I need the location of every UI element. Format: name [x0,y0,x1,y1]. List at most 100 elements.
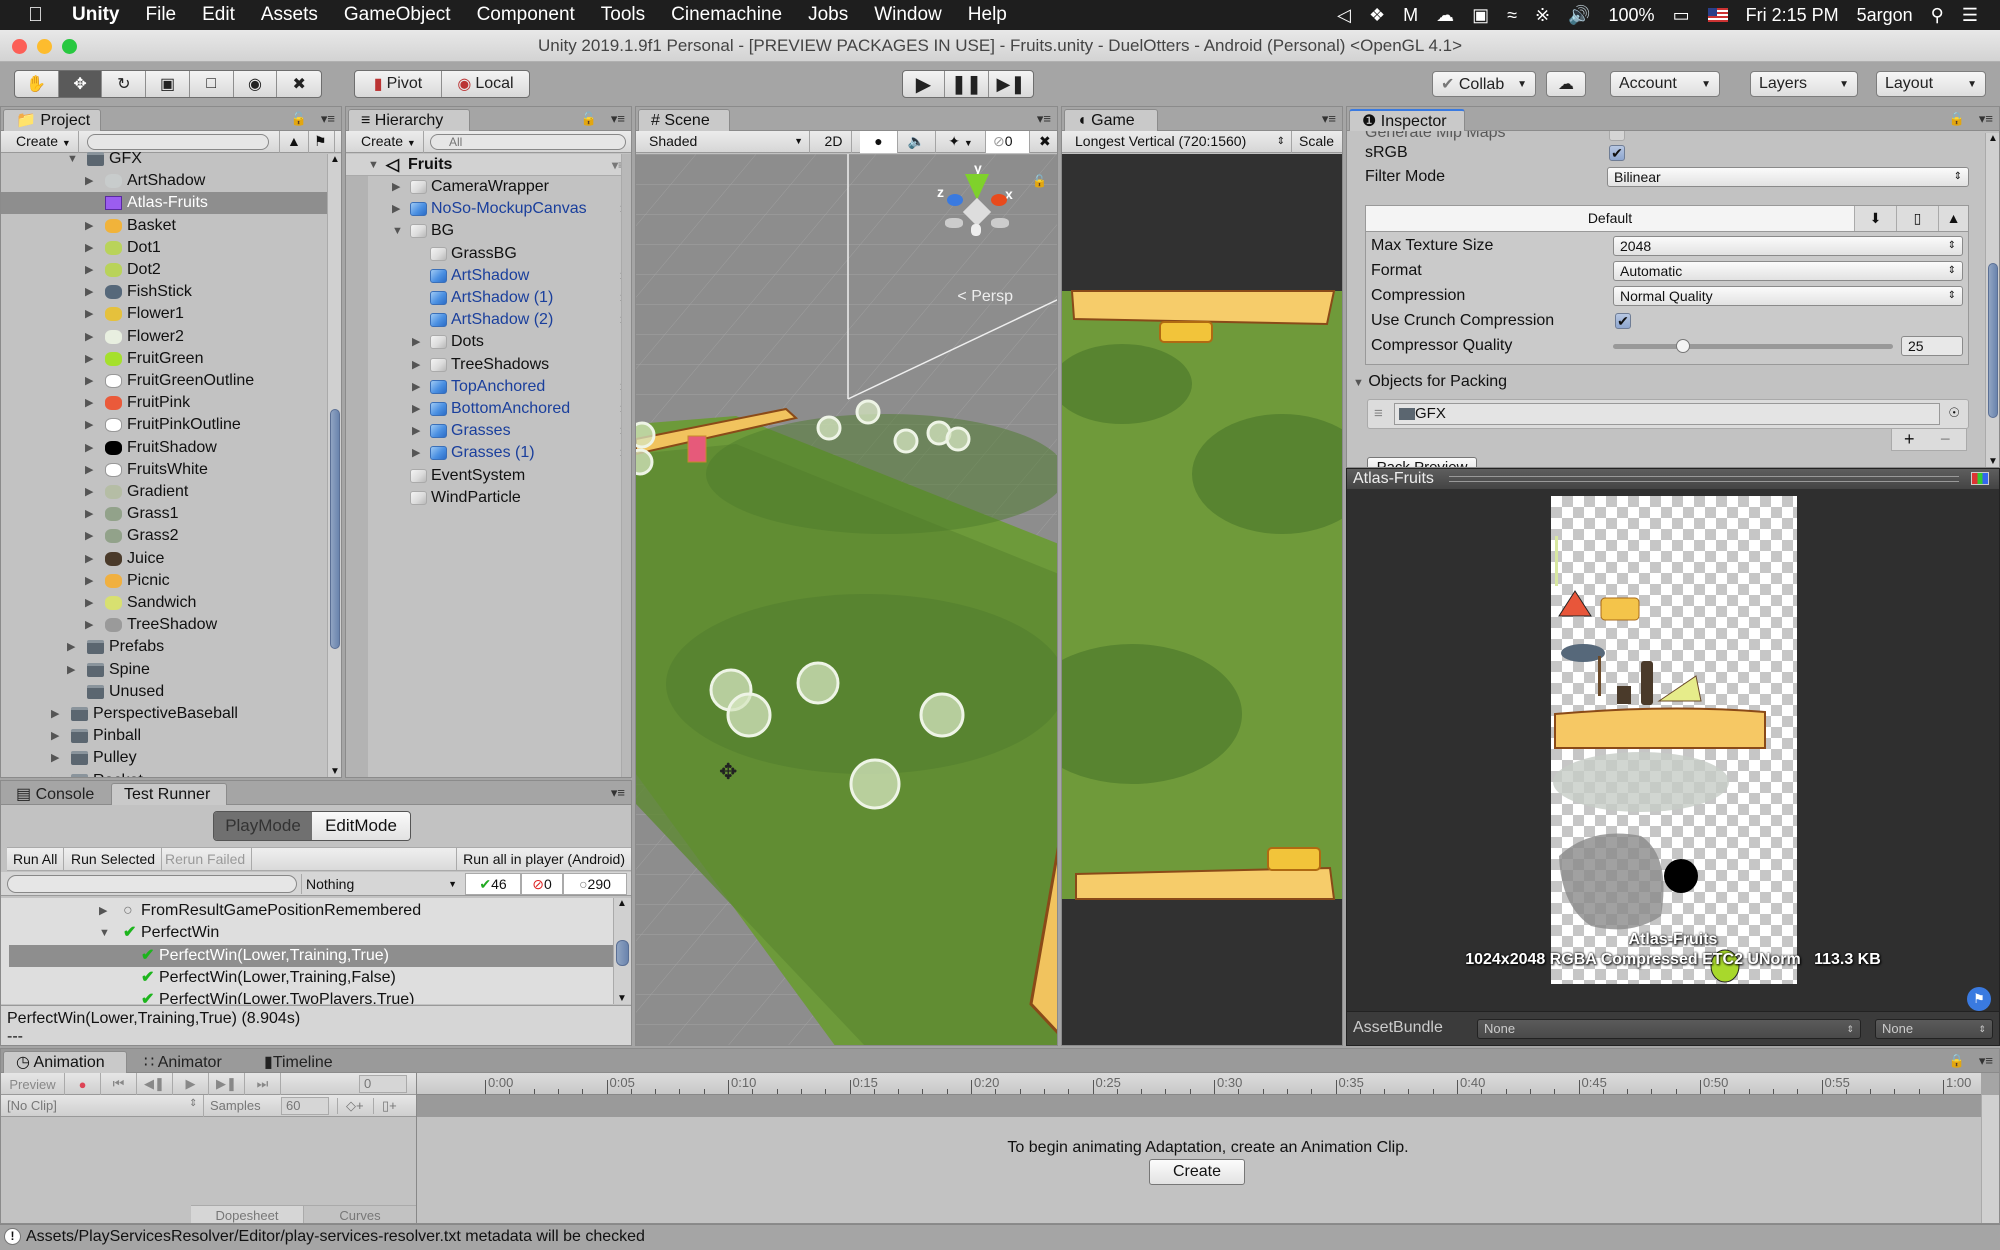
next-key-button[interactable]: ▶❚ [209,1073,245,1095]
panel-menu-icon[interactable]: ▾≡ [1979,1053,1993,1069]
project-item[interactable]: Unused [1,681,341,703]
dot-marker[interactable] [636,421,656,449]
dot-marker[interactable] [636,448,654,476]
effects-dropdown[interactable]: ✦ ▼ [936,131,986,153]
menu-gameobject[interactable]: GameObject [331,4,464,26]
dot-marker[interactable] [816,415,842,441]
platform-tab-android[interactable]: ▲ [1938,206,1968,231]
dopesheet-tab[interactable]: Dopesheet [191,1206,304,1223]
expand-arrow-icon[interactable]: ▶ [51,770,59,777]
category-filter-dropdown[interactable]: Nothing ▼ [301,874,461,894]
crunch-checkbox[interactable]: ✔ [1615,313,1631,329]
panel-menu-icon[interactable]: ▾≡ [611,785,625,801]
mipmaps-checkbox[interactable] [1609,131,1625,141]
resolution-dropdown[interactable]: Longest Vertical (720:1560) ⇕ [1068,131,1292,153]
basket-sprite[interactable] [687,435,707,463]
project-item[interactable]: ▶ Flower2 [1,326,341,348]
platform-tab-default[interactable]: Default [1366,206,1854,231]
first-key-button[interactable]: ⏮ [101,1073,137,1095]
expand-arrow-icon[interactable]: ▶ [85,370,93,392]
expand-arrow-icon[interactable]: ▶ [67,636,75,658]
axis-neg-cone-icon[interactable] [945,218,963,228]
lighting-toggle[interactable]: ● [860,131,898,153]
project-item[interactable]: ▶ FruitPinkOutline [1,414,341,436]
expand-arrow-icon[interactable]: ▶ [85,281,93,303]
project-item[interactable]: ▶ Grass1 [1,503,341,525]
project-item[interactable]: ▶ Picnic [1,570,341,592]
tab-game[interactable]: ◖ Game [1064,109,1158,131]
dot-marker[interactable] [893,428,919,454]
add-element-button[interactable]: + [1904,429,1915,449]
max-size-dropdown[interactable]: 2048 ⇕ [1613,236,1963,256]
dot-marker[interactable] [726,692,772,738]
expand-arrow-icon[interactable]: ▶ [412,442,420,464]
tab-hierarchy[interactable]: ≡ Hierarchy [348,109,470,131]
create-clip-button[interactable]: Create [1149,1159,1245,1185]
expand-arrow-icon[interactable]: ▶ [51,703,59,725]
expand-arrow-icon[interactable]: ▶ [412,420,420,442]
project-item[interactable]: ▶ Dot1 [1,237,341,259]
project-item[interactable]: ▶ Dot2 [1,259,341,281]
cloud-button[interactable]: ☁ [1546,71,1586,97]
variant-dropdown[interactable]: None ⇕ [1875,1019,1993,1039]
event-strip[interactable] [417,1095,1981,1117]
shading-mode-dropdown[interactable]: Shaded ▼ [642,131,810,153]
preview-toggle[interactable]: Preview [1,1073,65,1095]
test-search-input[interactable] [7,875,297,893]
collapse-arrow-icon[interactable]: ▼ [99,922,110,944]
apple-icon[interactable]:  [0,4,59,27]
hierarchy-item[interactable]: ArtShadow (1)› [346,287,631,309]
status-bar[interactable]: ! Assets/PlayServicesResolver/Editor/pla… [0,1224,2000,1250]
record-button[interactable]: ● [65,1073,101,1095]
hierarchy-item[interactable]: ▶ TreeShadows [346,354,631,376]
expand-arrow-icon[interactable]: ▶ [85,525,93,547]
expand-arrow-icon[interactable]: ▶ [85,348,93,370]
platform-tab-ios[interactable]: ▯ [1896,206,1938,231]
hierarchy-item[interactable]: ▶Grasses (1)› [346,442,631,464]
hierarchy-item[interactable]: WindParticle [346,487,631,509]
toggle-2d-button[interactable]: 2D [816,131,852,153]
test-detail-text[interactable]: PerfectWin(Lower,Training,True) (8.904s) [7,1010,625,1028]
rerun-failed-button[interactable]: Rerun Failed [159,848,253,870]
lock-icon[interactable]: 🔒 [1949,111,1965,127]
layers-dropdown[interactable]: Layers ▼ [1750,71,1858,97]
volume-icon[interactable]: 🔊 [1568,5,1590,26]
scroll-down-icon[interactable]: ▼ [330,766,340,777]
expand-arrow-icon[interactable]: ▶ [85,503,93,525]
lock-icon[interactable]: 🔓 [1032,174,1047,188]
project-item[interactable]: ▶ FruitsWhite [1,459,341,481]
tool-icon[interactable]: M [1403,5,1418,26]
hand-tool-button[interactable]: ✋ [15,71,59,97]
pivot-toggle[interactable]: ▮ Pivot [355,71,442,97]
tab-project[interactable]: 📁 Project [3,109,101,131]
prev-key-button[interactable]: ◀❚ [137,1073,173,1095]
platform-tab-standalone[interactable]: ⬇ [1854,206,1896,231]
rect-tool-button[interactable]: □ [190,71,234,97]
expand-arrow-icon[interactable]: ▶ [392,176,400,198]
custom-tool-button[interactable]: ✖ [277,71,321,97]
unity-status-icon[interactable]: ◁ [1337,5,1351,26]
expand-arrow-icon[interactable]: ▶ [412,354,420,376]
inspector-scroll-thumb[interactable] [1988,263,1998,418]
expand-arrow-icon[interactable]: ▶ [85,592,93,614]
hierarchy-item[interactable]: ▶ CameraWrapper [346,176,631,198]
axis-z-cone-icon[interactable] [947,194,963,206]
project-scroll-thumb[interactable] [330,409,340,649]
wifi-icon[interactable]: ≈ [1507,5,1517,26]
curves-tab[interactable]: Curves [304,1206,416,1223]
test-item[interactable]: ✔ PerfectWin(Lower,Training,True) [9,944,613,967]
assetbundle-dropdown[interactable]: None ⇕ [1477,1019,1861,1039]
test-scroll-thumb[interactable] [616,940,629,966]
expand-arrow-icon[interactable]: ▶ [85,215,93,237]
expand-arrow-icon[interactable]: ▶ [67,659,75,681]
hierarchy-search-input[interactable] [430,134,626,150]
display-icon[interactable]: ▣ [1472,5,1489,26]
lock-icon[interactable]: 🔓 [581,111,597,127]
project-item[interactable]: ▶ Pinball [1,725,341,747]
project-item[interactable]: Atlas-Fruits [1,192,341,215]
srgb-checkbox[interactable]: ✔ [1609,145,1625,161]
object-picker-icon[interactable]: ☉ [1948,405,1960,421]
expand-arrow-icon[interactable]: ▶ [85,548,93,570]
dot-marker[interactable] [855,399,881,425]
local-toggle[interactable]: ◉ Local [442,71,529,97]
